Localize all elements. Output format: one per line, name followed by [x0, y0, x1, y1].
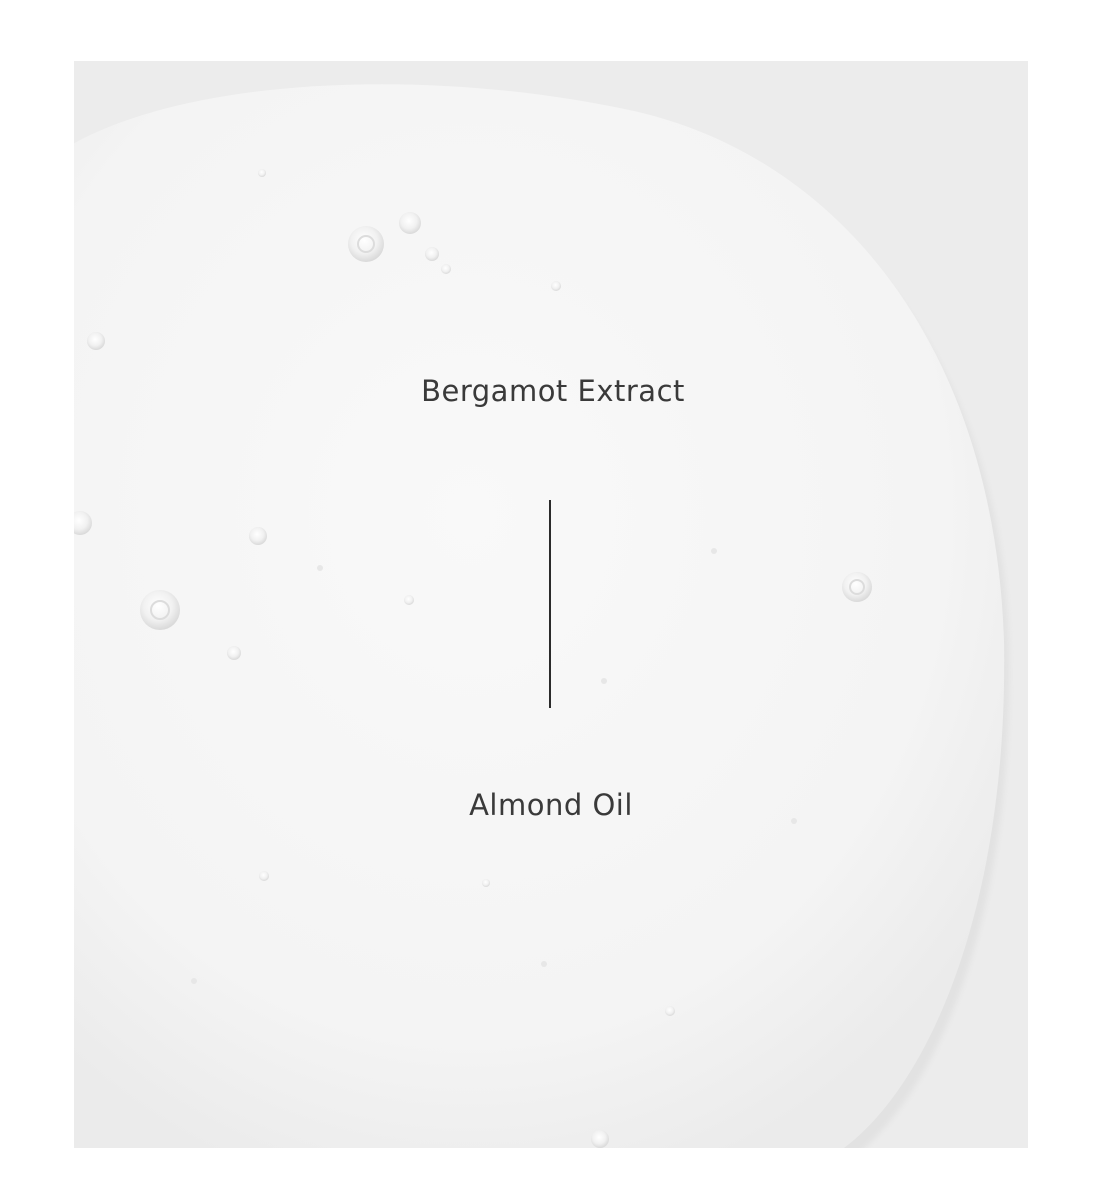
bubble [259, 871, 269, 881]
product-texture-photo: Bergamot Extract Almond Oil [74, 61, 1028, 1148]
bubble [551, 281, 561, 291]
bubble [842, 572, 872, 602]
bubble [591, 1130, 609, 1148]
bubble [140, 590, 180, 630]
cream-swatch [74, 61, 1028, 1148]
bubble [227, 646, 241, 660]
ingredient-image: Bergamot Extract Almond Oil [0, 0, 1097, 1200]
divider-line [549, 500, 551, 708]
bubble [399, 212, 421, 234]
speck [191, 978, 197, 984]
bubble [425, 247, 439, 261]
bubble [404, 595, 414, 605]
bubble [249, 527, 267, 545]
speck [317, 565, 323, 571]
bubble [348, 226, 384, 262]
ingredient-label-top: Bergamot Extract [421, 374, 685, 408]
ingredient-label-bottom: Almond Oil [469, 788, 633, 822]
bubble [665, 1006, 675, 1016]
speck [601, 678, 607, 684]
speck [541, 961, 547, 967]
speck [711, 548, 717, 554]
bubble [258, 169, 266, 177]
bubble [87, 332, 105, 350]
bubble [482, 879, 490, 887]
bubble [441, 264, 451, 274]
